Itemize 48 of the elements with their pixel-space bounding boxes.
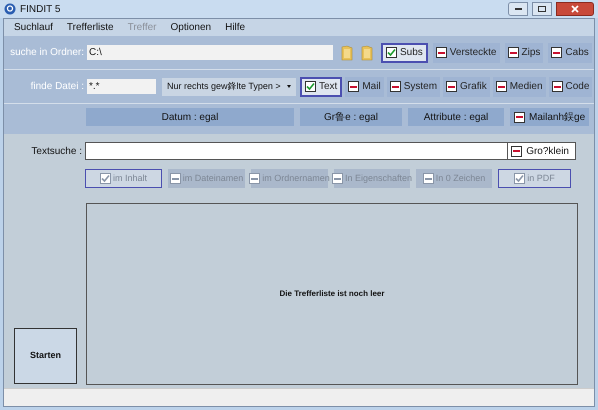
option-toggle[interactable]: Versteckte [432,42,500,62]
checkbox-unchecked-icon [552,81,563,92]
checkbox-unchecked-icon [390,81,401,92]
option-toggle[interactable]: Medien [492,76,546,96]
start-button[interactable]: Starten [14,328,77,384]
filter-toggle[interactable]: Mailanh鋘ge [510,108,590,126]
checkbox-unchecked-icon [170,173,181,184]
checkbox-unchecked-icon [436,47,447,58]
option-toggle[interactable]: Code [548,76,592,96]
checkbox-unchecked-icon [496,81,507,92]
file-pattern-field[interactable]: *.* [87,79,156,94]
checkbox-checked-icon [100,173,111,184]
checkbox-unchecked-icon [514,112,525,122]
close-icon [571,5,579,13]
menu-item[interactable]: Hilfe [225,20,246,35]
option-toggle[interactable]: Subs [381,42,428,62]
field-label: finde Datei : [30,80,85,94]
empty-results-message: Die Trefferliste ist noch leer [280,288,384,300]
option-toggle[interactable]: System [386,76,440,96]
checkbox-unchecked-icon [422,173,434,184]
checkbox-checked-icon [514,173,526,184]
option-toggle[interactable]: Mail [345,76,384,96]
menu-item[interactable]: Suchlauf [14,20,53,35]
field-label: Textsuche : [30,144,83,158]
option-toggle[interactable]: Cabs [548,42,592,62]
maximize-button[interactable] [532,2,552,16]
option-toggle[interactable]: Text [300,76,342,96]
menu-item[interactable]: Optionen [170,20,212,35]
caret-icon [287,85,291,88]
menu-item[interactable]: Trefferliste [66,20,114,35]
checkbox-unchecked-icon [446,81,458,92]
option-toggle[interactable]: Grafik [443,76,490,96]
checkbox-unchecked-icon [348,81,360,92]
option-toggle[interactable]: Zips [504,42,544,62]
checkbox-unchecked-icon [249,173,260,184]
filter-button[interactable]: Attribute : egal [408,108,504,126]
folder-field[interactable]: C:\ [87,45,333,60]
checkbox-unchecked-icon [551,47,562,58]
checkbox-unchecked-icon [508,47,518,58]
type-dropdown[interactable]: Nur rechts gew鋒lte Typen > [162,78,296,96]
field-label: suche in Ordner: [9,46,85,60]
window-title: FINDIT 5 [20,2,60,16]
minimize-button[interactable] [508,2,528,16]
close-button[interactable] [556,2,594,16]
checkbox-unchecked-icon [332,173,343,184]
app-icon [4,3,16,15]
filter-button[interactable]: Gr鲁e : egal [300,108,402,126]
filter-button[interactable]: Datum : egal [86,108,294,126]
